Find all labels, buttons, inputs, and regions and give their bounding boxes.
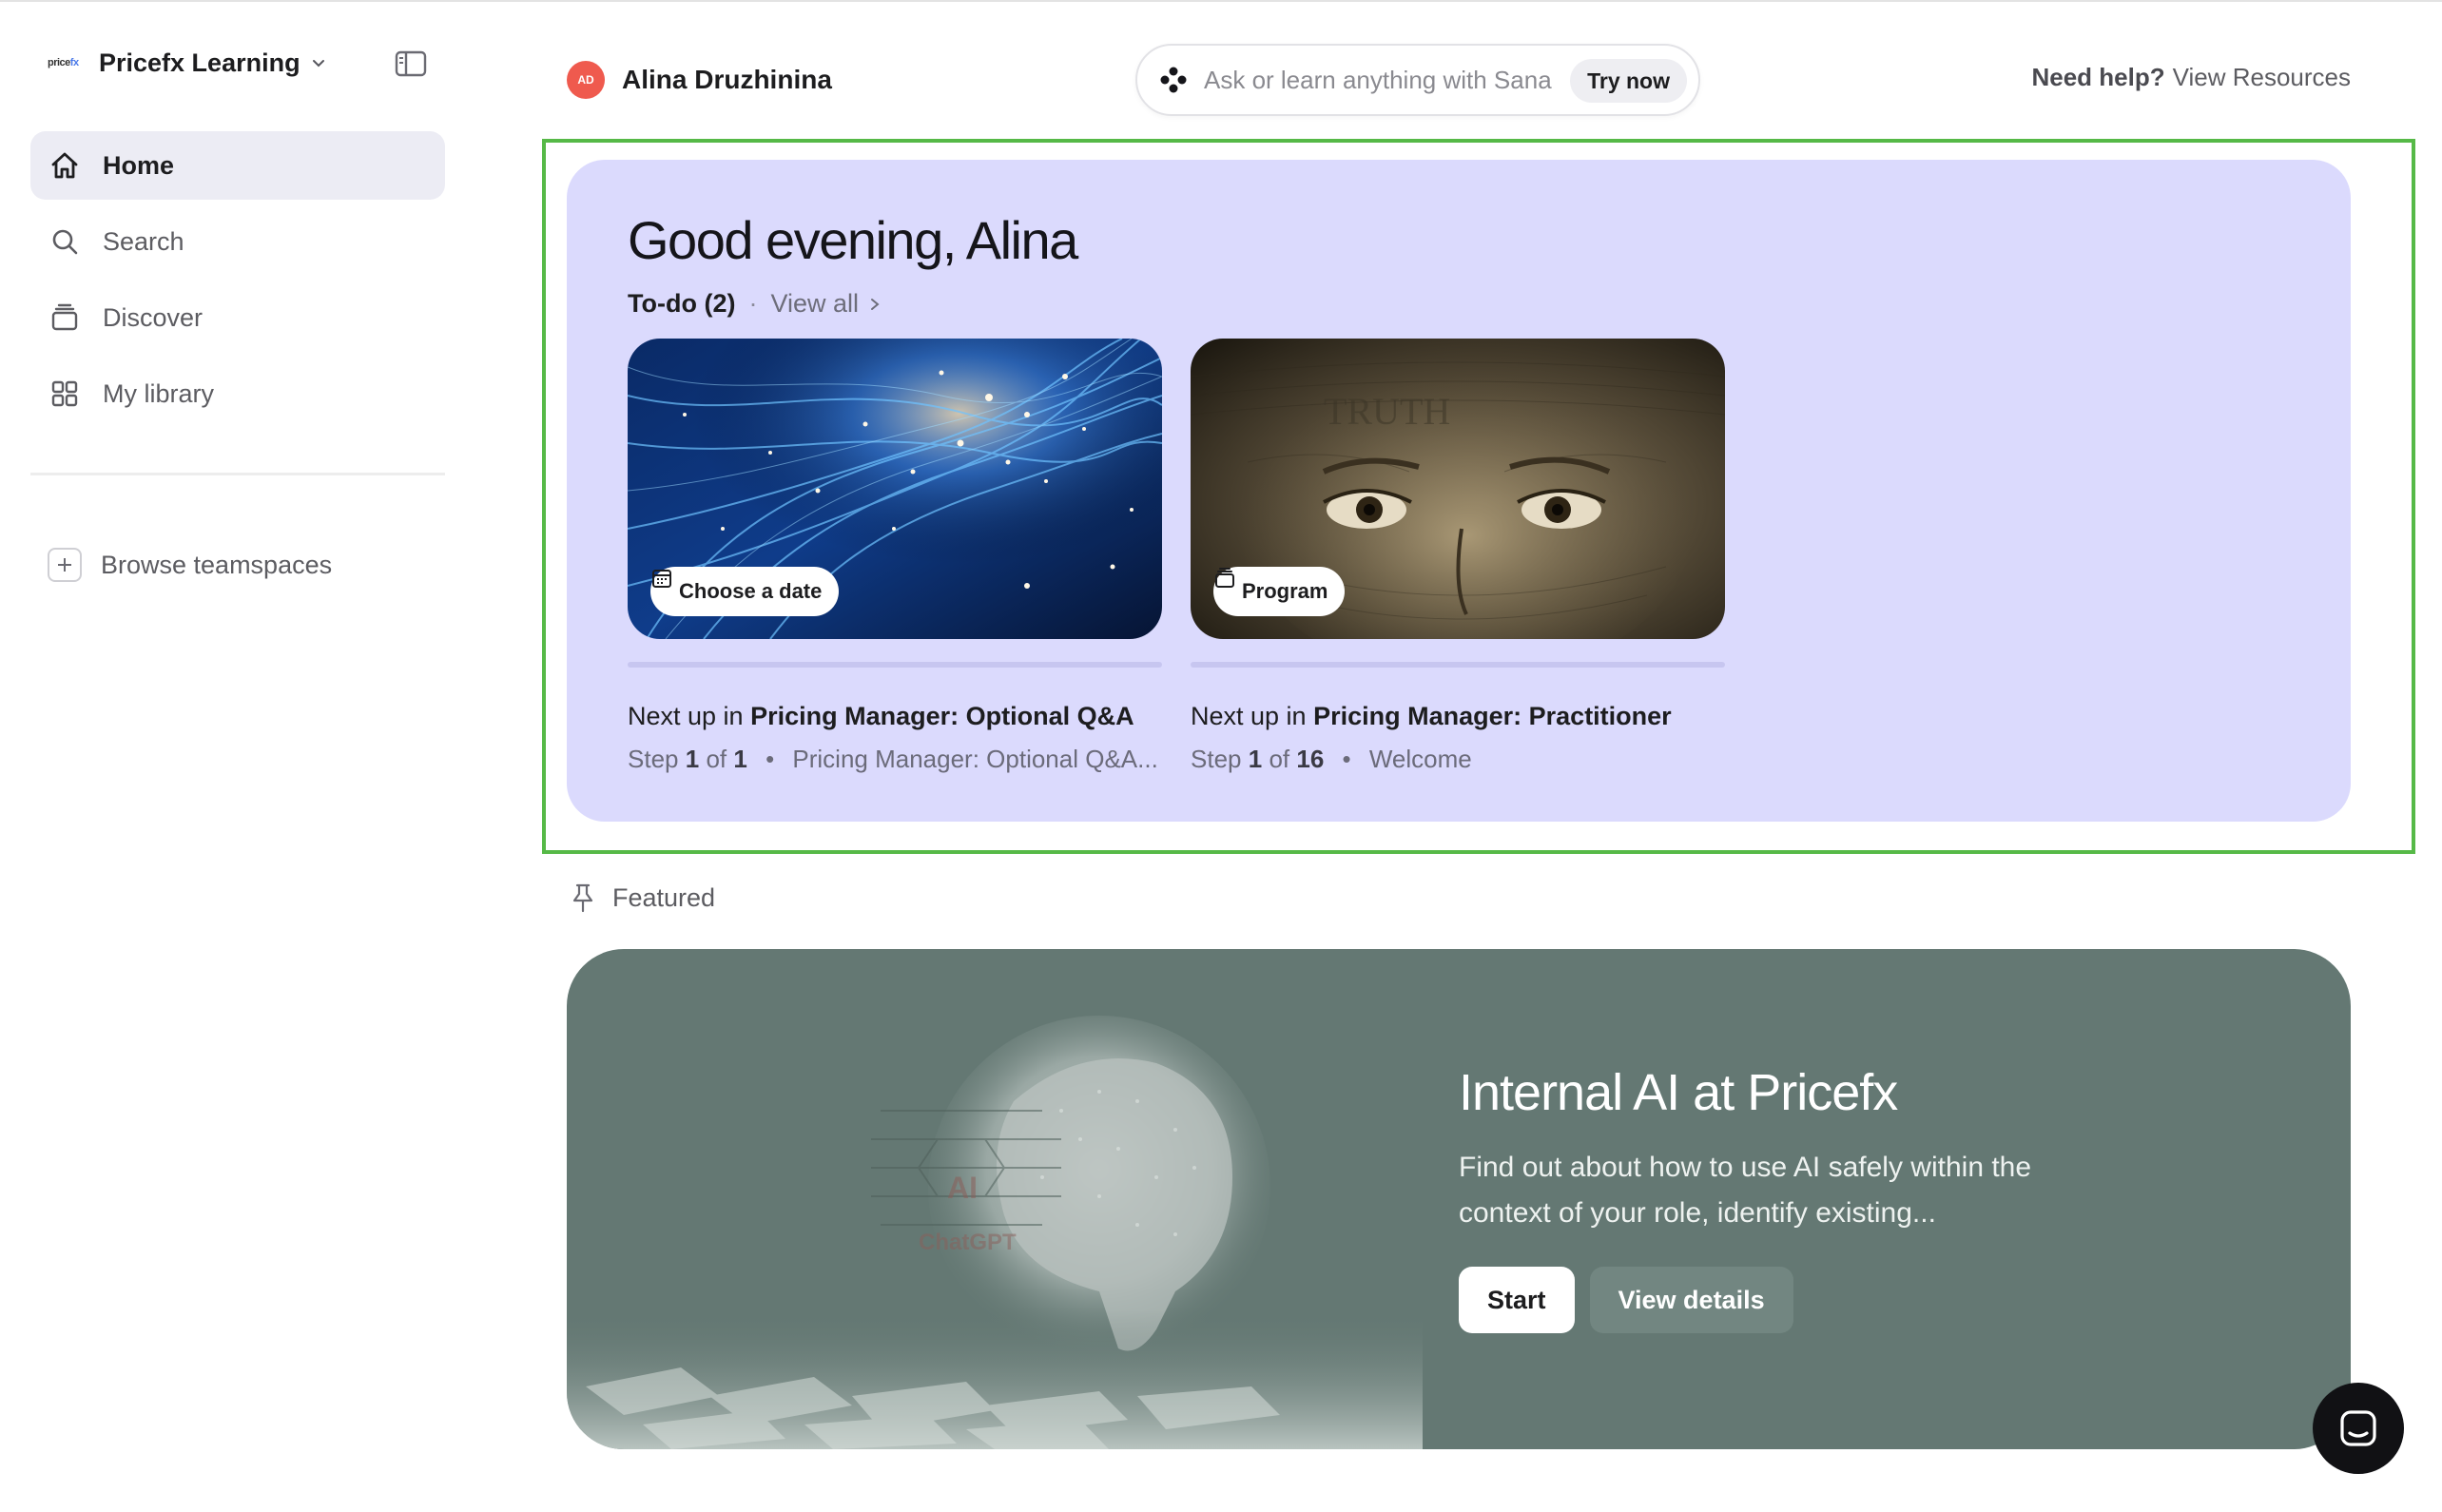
featured-banner[interactable]: AI ChatGPT Internal AI at Pricefx Find o… (567, 949, 2351, 1449)
featured-label: Featured (612, 882, 716, 912)
help-link[interactable]: Need help? View Resources (2031, 63, 2351, 92)
user-name: Alina Druzhinina (622, 65, 832, 94)
featured-actions: Start View details (1459, 1267, 1793, 1333)
highlight-frame (542, 139, 2415, 854)
avatar: AD (567, 61, 605, 99)
sidebar-item-search[interactable]: Search (30, 207, 445, 276)
try-now-button[interactable]: Try now (1570, 59, 1687, 103)
browse-teamspaces-button[interactable]: Browse teamspaces (48, 546, 332, 584)
sidebar-nav: Home Search Discover My library (30, 131, 445, 436)
search-icon (48, 224, 82, 259)
workspace-switcher[interactable]: pricefx Pricefx Learning (48, 44, 327, 82)
featured-title: Internal AI at Pricefx (1459, 1064, 1898, 1121)
view-details-button[interactable]: View details (1589, 1267, 1793, 1333)
user-profile[interactable]: AD Alina Druzhinina (567, 61, 832, 99)
sidebar-item-label: Home (103, 150, 175, 180)
discover-icon (48, 300, 82, 335)
sidebar-item-label: My library (103, 378, 215, 408)
home-icon (48, 148, 82, 183)
sidebar: pricefx Pricefx Learning Home Search Dis… (0, 0, 475, 1512)
chat-icon (2340, 1410, 2376, 1446)
sidebar-toggle-icon[interactable] (392, 48, 430, 80)
pricefx-logo: pricefx (48, 57, 79, 68)
sidebar-item-discover[interactable]: Discover (30, 283, 445, 352)
featured-description: Find out about how to use AI safely with… (1459, 1152, 2032, 1229)
view-resources-link[interactable]: View Resources (2173, 63, 2351, 91)
featured-header: Featured (571, 882, 715, 913)
sidebar-item-label: Search (103, 226, 184, 256)
library-grid-icon (48, 377, 82, 411)
sidebar-item-my-library[interactable]: My library (30, 359, 445, 428)
sana-sparkle-icon (1160, 67, 1187, 93)
image-text-ai: AI (947, 1171, 978, 1205)
browse-teamspaces-label: Browse teamspaces (101, 550, 333, 579)
sidebar-item-home[interactable]: Home (30, 131, 445, 200)
start-button[interactable]: Start (1459, 1267, 1575, 1333)
image-text-chatgpt: ChatGPT (919, 1230, 1017, 1255)
sana-search-bar[interactable]: Ask or learn anything with Sana Try now (1135, 44, 1700, 116)
help-prefix: Need help? (2031, 63, 2165, 91)
chat-launcher-button[interactable] (2313, 1383, 2404, 1474)
chevron-down-icon (312, 60, 324, 68)
sana-placeholder: Ask or learn anything with Sana (1204, 65, 1552, 94)
plus-icon (48, 548, 82, 582)
pin-icon (571, 882, 595, 913)
workspace-name: Pricefx Learning (99, 48, 300, 77)
sidebar-item-label: Discover (103, 302, 204, 332)
sidebar-divider (30, 473, 445, 475)
